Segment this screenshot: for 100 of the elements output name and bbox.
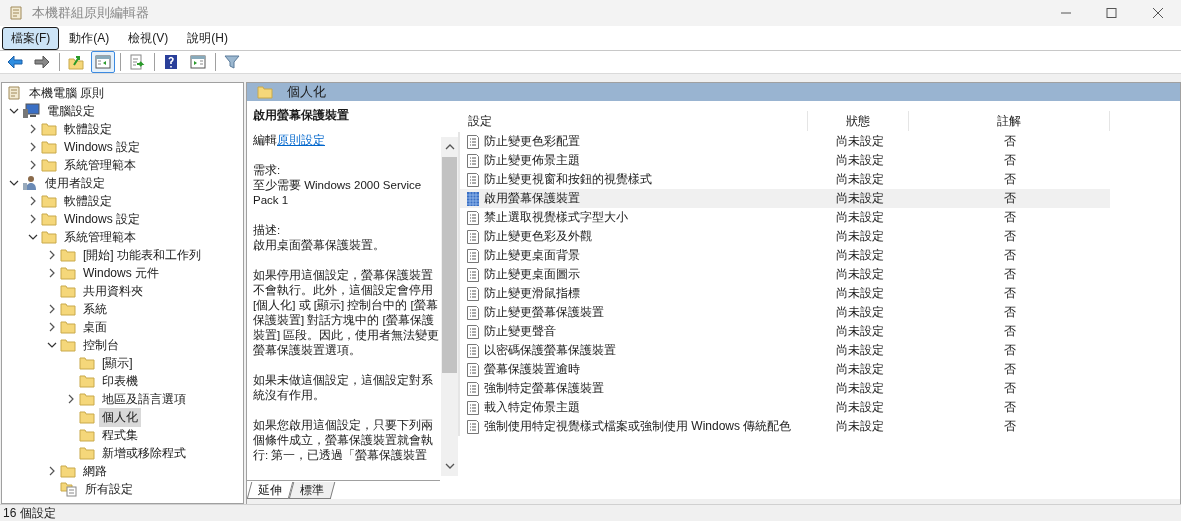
folder-icon (257, 85, 273, 99)
table-cell-text: 否 (1003, 152, 1017, 169)
table-cell-text: 否 (1003, 418, 1017, 435)
chevron-down-icon[interactable] (47, 340, 57, 350)
document-icon (466, 399, 480, 416)
tree-item[interactable]: 軟體設定 (61, 119, 115, 139)
chevron-right-icon[interactable] (47, 322, 57, 332)
table-row[interactable]: 防止變更佈景主題 尚未設定 否 (460, 151, 1110, 170)
tree-item[interactable]: 桌面 (80, 317, 110, 337)
chevron-right-icon[interactable] (28, 124, 38, 134)
tab[interactable]: 延伸 (246, 482, 294, 499)
tree-item[interactable]: 所有設定 (82, 479, 136, 499)
tree-item[interactable]: 程式集 (99, 425, 141, 445)
folder-icon (60, 464, 76, 478)
table-cell-text: 否 (1003, 228, 1017, 245)
scrollbar[interactable] (441, 137, 458, 476)
tree-item[interactable]: 電腦設定 (44, 101, 98, 121)
table-row[interactable]: 載入特定佈景主題 尚未設定 否 (460, 398, 1110, 417)
chevron-down-icon[interactable] (28, 232, 38, 242)
chevron-right-icon[interactable] (47, 304, 57, 314)
table-cell-text: 尚未設定 (835, 323, 885, 340)
column-header[interactable]: 設定 (458, 111, 808, 131)
tree-item[interactable]: 控制台 (80, 335, 122, 355)
description-text: 如果您啟用這個設定，只要下列兩個條件成立，螢幕保護裝置就會執行: 第一，已透過「螢幕保護裝置 (253, 418, 434, 463)
folder-icon (41, 122, 57, 136)
policy-settings-link[interactable]: 原則設定 (277, 134, 325, 146)
tab[interactable]: 標準 (288, 482, 336, 499)
document-icon (466, 361, 480, 378)
scroll-down-icon[interactable] (444, 463, 455, 469)
chevron-right-icon[interactable] (28, 160, 38, 170)
tree-item[interactable]: Windows 設定 (61, 137, 143, 157)
chevron-right-icon[interactable] (47, 466, 57, 476)
table-row[interactable]: 防止變更桌面圖示 尚未設定 否 (460, 265, 1110, 284)
chevron-down-icon[interactable] (9, 178, 19, 188)
column-header[interactable]: 註解 (909, 111, 1110, 131)
tree-item[interactable]: 新增或移除程式 (99, 443, 189, 463)
table-row[interactable]: 防止變更視窗和按鈕的視覺樣式 尚未設定 否 (460, 170, 1110, 189)
chevron-right-icon[interactable] (28, 196, 38, 206)
tree-item[interactable]: 系統 (80, 299, 110, 319)
scrollbar-thumb[interactable] (442, 157, 457, 373)
table-cell-text: 否 (1003, 266, 1017, 283)
table-row[interactable]: 防止變更螢幕保護裝置 尚未設定 否 (460, 303, 1110, 322)
table-row[interactable]: 啟用螢幕保護裝置 尚未設定 否 (460, 189, 1110, 208)
document-icon (466, 171, 480, 188)
folder-icon (79, 446, 95, 460)
chevron-right-icon[interactable] (66, 394, 76, 404)
tree-item[interactable]: Windows 設定 (61, 209, 143, 229)
table-row[interactable]: 防止變更色彩及外觀 尚未設定 否 (460, 227, 1110, 246)
scroll-up-icon[interactable] (444, 144, 455, 150)
table-row[interactable]: 防止變更色彩配置 尚未設定 否 (460, 132, 1110, 151)
chevron-right-icon[interactable] (47, 250, 57, 260)
menu-item[interactable]: 動作(A) (60, 26, 119, 50)
tree-item[interactable]: 本機電腦 原則 (26, 83, 108, 103)
tree-item[interactable]: 共用資料夾 (80, 281, 146, 301)
table-row[interactable]: 強制使用特定視覺樣式檔案或強制使用 Windows 傳統配色 尚未設定 否 (460, 417, 1110, 436)
table-cell-text: 尚未設定 (835, 418, 885, 435)
table-cell-text: 尚未設定 (835, 266, 885, 283)
folder-icon (41, 212, 57, 226)
folder-icon (60, 338, 76, 352)
chevron-right-icon[interactable] (28, 214, 38, 224)
menu-item[interactable]: 說明(H) (178, 26, 237, 50)
tree-item[interactable]: [開始] 功能表和工作列 (80, 245, 204, 265)
description-text: 啟用桌面螢幕保護裝置。 (253, 238, 386, 253)
menu-item[interactable]: 檢視(V) (119, 26, 178, 50)
table-cell-text: 否 (1003, 323, 1017, 340)
tree-item[interactable]: 使用者設定 (42, 173, 108, 193)
tree-item[interactable]: 系統管理範本 (61, 155, 139, 175)
close-icon (1151, 7, 1165, 19)
table-cell-text: 否 (1003, 133, 1017, 150)
tree-item[interactable]: 地區及語言選項 (99, 389, 189, 409)
table-row[interactable]: 禁止選取視覺樣式字型大小 尚未設定 否 (460, 208, 1110, 227)
table-cell: 防止變更聲音 (484, 323, 556, 340)
table-cell: 防止變更桌面圖示 (484, 266, 580, 283)
tree-item[interactable]: 網路 (80, 461, 110, 481)
user-icon (22, 175, 38, 191)
table-row[interactable]: 螢幕保護裝置逾時 尚未設定 否 (460, 360, 1110, 379)
table-cell: 防止變更桌面背景 (484, 247, 580, 264)
tree-item[interactable]: 系統管理範本 (61, 227, 139, 247)
table-row[interactable]: 強制特定螢幕保護裝置 尚未設定 否 (460, 379, 1110, 398)
folder-list-icon (60, 481, 78, 497)
table-cell-text: 尚未設定 (835, 133, 885, 150)
table-row[interactable]: 防止變更桌面背景 尚未設定 否 (460, 246, 1110, 265)
folder-icon (60, 302, 76, 316)
tree-item[interactable]: 軟體設定 (61, 191, 115, 211)
chevron-right-icon[interactable] (47, 268, 57, 278)
menu-item[interactable]: 檔案(F) (2, 26, 60, 50)
column-header[interactable]: 狀態 (808, 111, 909, 131)
tree-item[interactable]: 印表機 (99, 371, 141, 391)
folder-icon (41, 230, 57, 244)
tree-item[interactable]: [顯示] (99, 353, 136, 373)
table-row[interactable]: 防止變更滑鼠指標 尚未設定 否 (460, 284, 1110, 303)
document-icon (466, 304, 480, 321)
tree-item[interactable]: Windows 元件 (80, 263, 162, 283)
chevron-down-icon[interactable] (9, 106, 19, 116)
tree-item[interactable]: 個人化 (99, 407, 141, 427)
folder-icon (41, 194, 57, 208)
table-row[interactable]: 防止變更聲音 尚未設定 否 (460, 322, 1110, 341)
table-row[interactable]: 以密碼保護螢幕保護裝置 尚未設定 否 (460, 341, 1110, 360)
chevron-right-icon[interactable] (28, 142, 38, 152)
description-text: 如果未做這個設定，這個設定對系統沒有作用。 (253, 373, 434, 403)
